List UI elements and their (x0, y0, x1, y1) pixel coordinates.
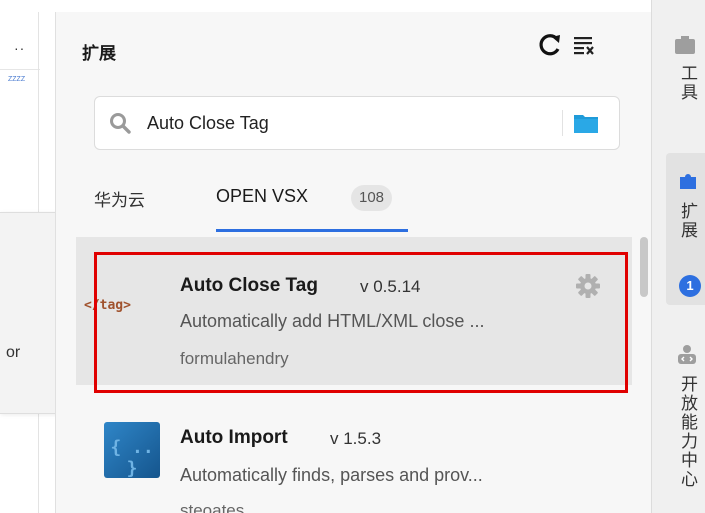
activity-label-extensions: 扩展 (678, 202, 697, 240)
activity-item-open-capability[interactable]: 开放能力中心 (652, 335, 705, 513)
editor-tab-mini-text: ZZZZ (8, 76, 26, 83)
search-separator (562, 110, 563, 136)
svg-text:</tag>: </tag> (84, 298, 131, 313)
tab-huawei-cloud[interactable]: 华为云 (94, 186, 145, 211)
import-logo-icon: { .. } (104, 422, 160, 479)
extension-version: v 0.5.14 (360, 277, 421, 296)
clear-all-icon[interactable] (572, 33, 596, 57)
tab-count-badge: 108 (351, 185, 393, 211)
extension-author: formulahendry (180, 349, 289, 368)
extension-name: Auto Import (180, 427, 288, 448)
activity-label-tools: 工具 (678, 64, 697, 102)
tab-open-vsx[interactable]: OPEN VSX (216, 186, 308, 207)
activity-item-tools[interactable]: 工具 (652, 30, 705, 140)
refresh-icon[interactable] (538, 32, 562, 58)
toolbox-icon (675, 36, 695, 54)
search-box[interactable] (94, 96, 620, 150)
activity-label-open-capability: 开放能力中心 (678, 375, 697, 489)
scrollbar-thumb[interactable] (640, 237, 648, 297)
tooltip-text: or (6, 344, 21, 361)
panel-title: 扩展 (82, 44, 116, 63)
extension-list: </tag> Auto Close Tag v 0.5.14 Automatic… (76, 237, 632, 513)
code-bot-icon (678, 345, 696, 364)
editor-tab[interactable]: ·· (0, 12, 40, 70)
extension-description: Automatically add HTML/XML close ... (180, 311, 485, 331)
folder-icon[interactable] (573, 111, 599, 135)
extension-author: steoates (180, 501, 245, 513)
extension-name: Auto Close Tag (180, 275, 318, 296)
more-tabs-icon[interactable]: ·· (14, 40, 25, 56)
active-tab-indicator (216, 229, 408, 232)
search-input[interactable] (147, 105, 547, 141)
puzzle-icon (680, 174, 696, 189)
search-icon (110, 113, 131, 134)
gear-icon[interactable] (573, 271, 603, 301)
activity-bar: 工具 扩展 1 开放能力中心 (651, 0, 705, 513)
extensions-count-badge: 1 (679, 275, 701, 297)
import-logo-glyph: { .. } (110, 437, 154, 479)
source-tabs: 华为云 OPEN VSX 108 (56, 172, 652, 236)
extensions-panel: 扩展 华为云 OPEN VSX 108 </tag> (55, 12, 651, 513)
tag-logo-icon: </tag> (84, 298, 131, 313)
extension-item[interactable]: </tag> Auto Close Tag v 0.5.14 Automatic… (76, 237, 632, 385)
editor-tab-indicator: ZZZZ (8, 76, 30, 83)
extension-version: v 1.5.3 (330, 429, 382, 448)
extension-description: Automatically finds, parses and prov... (180, 465, 483, 485)
